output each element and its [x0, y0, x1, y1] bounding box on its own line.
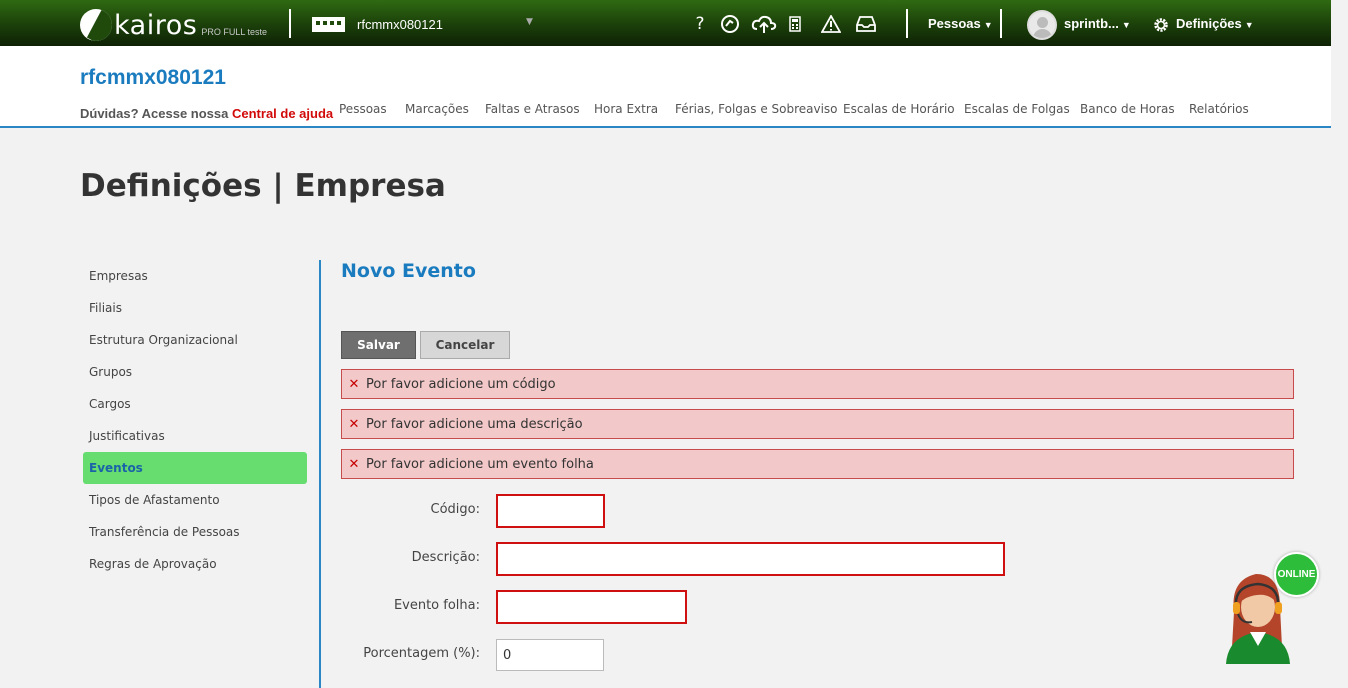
kairos-logo[interactable]: kairos PRO FULL teste: [80, 5, 267, 41]
gear-icon[interactable]: [1151, 14, 1171, 36]
nav-item-escalas-folgas[interactable]: Escalas de Folgas: [964, 102, 1080, 116]
calculator-icon[interactable]: [787, 13, 803, 35]
chevron-down-icon[interactable]: ▼: [526, 17, 533, 27]
error-x-icon: ✕: [348, 416, 360, 432]
nav-item-pessoas[interactable]: Pessoas: [339, 102, 405, 116]
sidebar-item-afastamento[interactable]: Tipos de Afastamento: [83, 484, 307, 516]
nav-item-hora-extra[interactable]: Hora Extra: [594, 102, 675, 116]
warning-icon[interactable]: [820, 13, 842, 35]
kairos-logo-mark: [80, 9, 112, 41]
sidebar-item-eventos[interactable]: Eventos: [83, 452, 307, 484]
company-title: rfcmmx080121: [80, 66, 226, 89]
pessoas-menu-label: Pessoas: [928, 16, 981, 31]
header: rfcmmx080121 Dúvidas? Acesse nossa Centr…: [0, 46, 1331, 128]
divider: [1000, 9, 1002, 38]
codigo-field[interactable]: [496, 494, 605, 528]
content-divider: [319, 260, 321, 688]
sidebar-item-transferencia[interactable]: Transferência de Pessoas: [83, 516, 307, 548]
porcentagem-label: Porcentagem (%):: [363, 646, 480, 661]
sidebar-item-empresas[interactable]: Empresas: [83, 260, 307, 292]
nav-item-ferias[interactable]: Férias, Folgas e Sobreaviso: [675, 102, 843, 116]
porcentagem-field[interactable]: [496, 639, 604, 671]
error-text: Por favor adicione um evento folha: [366, 456, 594, 472]
sidebar-item-estrutura[interactable]: Estrutura Organizacional: [83, 324, 307, 356]
error-x-icon: ✕: [348, 376, 360, 392]
avatar[interactable]: [1027, 10, 1057, 40]
logo-text: kairos: [114, 10, 198, 41]
support-icon[interactable]: [719, 13, 741, 35]
error-message: ✕ Por favor adicione um código: [341, 369, 1294, 399]
page-title: Definições | Empresa: [80, 168, 446, 204]
help-icon[interactable]: ?: [692, 13, 708, 35]
help-text: Dúvidas? Acesse nossa Central de ajuda: [80, 106, 333, 121]
main-nav: Pessoas Marcações Faltas e Atrasos Hora …: [339, 102, 1249, 116]
nav-item-faltas[interactable]: Faltas e Atrasos: [485, 102, 594, 116]
user-menu[interactable]: sprintb... ▼: [1064, 16, 1131, 31]
caret-down-icon: ▼: [1244, 20, 1254, 30]
nav-item-relatorios[interactable]: Relatórios: [1189, 102, 1249, 116]
nav-item-banco-horas[interactable]: Banco de Horas: [1080, 102, 1189, 116]
sidebar-item-regras[interactable]: Regras de Aprovação: [83, 548, 307, 580]
evento-folha-field[interactable]: [496, 590, 687, 624]
descricao-field[interactable]: [496, 542, 1005, 576]
definicoes-menu[interactable]: Definições ▼: [1176, 16, 1254, 31]
logo-subtitle: PRO FULL teste: [201, 27, 268, 37]
user-menu-label: sprintb...: [1064, 16, 1119, 31]
cloud-upload-icon[interactable]: [751, 13, 777, 35]
descricao-label: Descrição:: [411, 550, 480, 565]
nav-item-escalas-horario[interactable]: Escalas de Horário: [843, 102, 964, 116]
sidebar: Empresas Filiais Estrutura Organizaciona…: [83, 260, 307, 580]
divider: [906, 9, 908, 38]
help-prefix: Dúvidas? Acesse nossa: [80, 106, 229, 121]
nav-item-marcacoes[interactable]: Marcações: [405, 102, 485, 116]
sidebar-item-justificativas[interactable]: Justificativas: [83, 420, 307, 452]
caret-down-icon: ▼: [983, 20, 993, 30]
error-x-icon: ✕: [348, 456, 360, 472]
divider: [289, 9, 291, 38]
error-message: ✕ Por favor adicione uma descrição: [341, 409, 1294, 439]
sidebar-item-filiais[interactable]: Filiais: [83, 292, 307, 324]
online-badge: ONLINE: [1274, 552, 1319, 597]
error-text: Por favor adicione um código: [366, 376, 556, 392]
company-building-icon: [312, 17, 345, 32]
help-center-link[interactable]: Central de ajuda: [232, 106, 333, 121]
save-button[interactable]: Salvar: [341, 331, 416, 359]
section-title: Novo Evento: [341, 260, 476, 282]
top-bar: kairos PRO FULL teste rfcmmx080121 ▼ ? P…: [0, 0, 1331, 46]
cancel-button[interactable]: Cancelar: [420, 331, 510, 359]
sidebar-item-cargos[interactable]: Cargos: [83, 388, 307, 420]
evento-folha-label: Evento folha:: [393, 598, 480, 613]
error-message: ✕ Por favor adicione um evento folha: [341, 449, 1294, 479]
error-text: Por favor adicione uma descrição: [366, 416, 583, 432]
inbox-icon[interactable]: [855, 13, 877, 35]
company-selector[interactable]: rfcmmx080121: [357, 17, 443, 32]
definicoes-menu-label: Definições: [1176, 16, 1242, 31]
caret-down-icon: ▼: [1121, 20, 1131, 30]
chat-widget[interactable]: ONLINE: [1222, 552, 1322, 670]
sidebar-item-grupos[interactable]: Grupos: [83, 356, 307, 388]
codigo-label: Código:: [430, 502, 480, 517]
pessoas-menu[interactable]: Pessoas ▼: [928, 16, 993, 31]
